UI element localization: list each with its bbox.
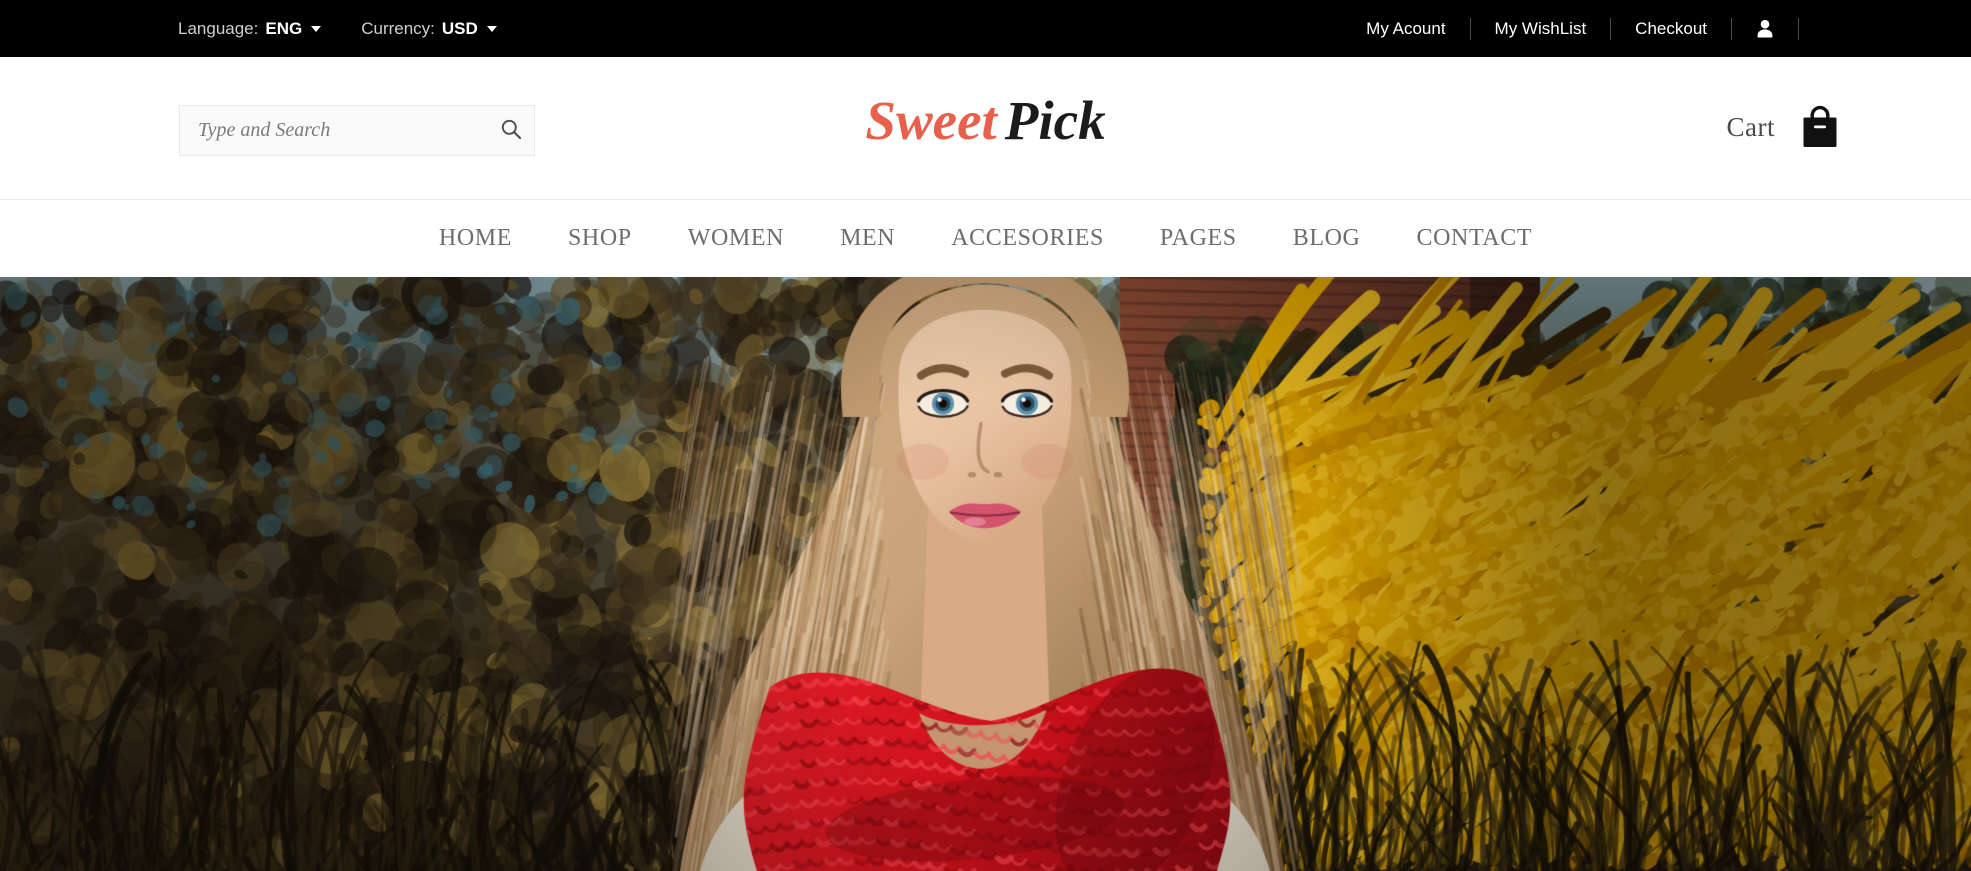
user-icon[interactable] [1732, 19, 1798, 38]
main-navigation: HOME SHOP WOMEN MEN ACCESORIES PAGES BLO… [0, 200, 1971, 277]
cart-label: Cart [1726, 111, 1775, 142]
divider [1798, 17, 1799, 40]
shopping-bag-icon [1799, 105, 1841, 149]
top-bar: Language: ENG Currency: USD My Acount My… [0, 0, 1971, 57]
my-account-link[interactable]: My Acount [1342, 19, 1469, 39]
chevron-down-icon [486, 25, 497, 32]
language-selector[interactable]: Language: ENG [178, 18, 322, 39]
checkout-link[interactable]: Checkout [1611, 19, 1731, 39]
nav-item-shop[interactable]: SHOP [540, 225, 660, 252]
chevron-down-icon [311, 25, 322, 32]
nav-item-home[interactable]: HOME [411, 225, 540, 252]
currency-value: USD [441, 18, 478, 38]
language-label: Language: [178, 18, 259, 38]
logo-text-primary: Sweet [865, 90, 997, 151]
hero-banner[interactable] [0, 277, 1971, 871]
top-bar-right-group: My Acount My WishList Checkout [1342, 17, 1799, 40]
nav-item-contact[interactable]: CONTACT [1388, 225, 1560, 252]
my-wishlist-link[interactable]: My WishList [1471, 19, 1611, 39]
cart-button[interactable]: Cart [1727, 105, 1842, 149]
site-header: SweetPick Cart [0, 57, 1971, 200]
currency-label: Currency: [361, 18, 435, 38]
language-value: ENG [265, 18, 303, 38]
top-bar-left-group: Language: ENG Currency: USD [178, 19, 497, 39]
site-logo[interactable]: Sweet Pick [0, 93, 1971, 148]
nav-item-men[interactable]: MEN [812, 225, 923, 252]
currency-selector[interactable]: Currency: USD [361, 19, 497, 39]
nav-item-women[interactable]: WOMEN [660, 225, 812, 252]
logo-text-secondary: Pick [1004, 90, 1106, 151]
nav-item-pages[interactable]: PAGES [1132, 225, 1265, 252]
nav-item-blog[interactable]: BLOG [1265, 225, 1389, 252]
hero-slide-clickarea[interactable] [0, 277, 1971, 871]
nav-item-accesories[interactable]: ACCESORIES [923, 225, 1132, 252]
